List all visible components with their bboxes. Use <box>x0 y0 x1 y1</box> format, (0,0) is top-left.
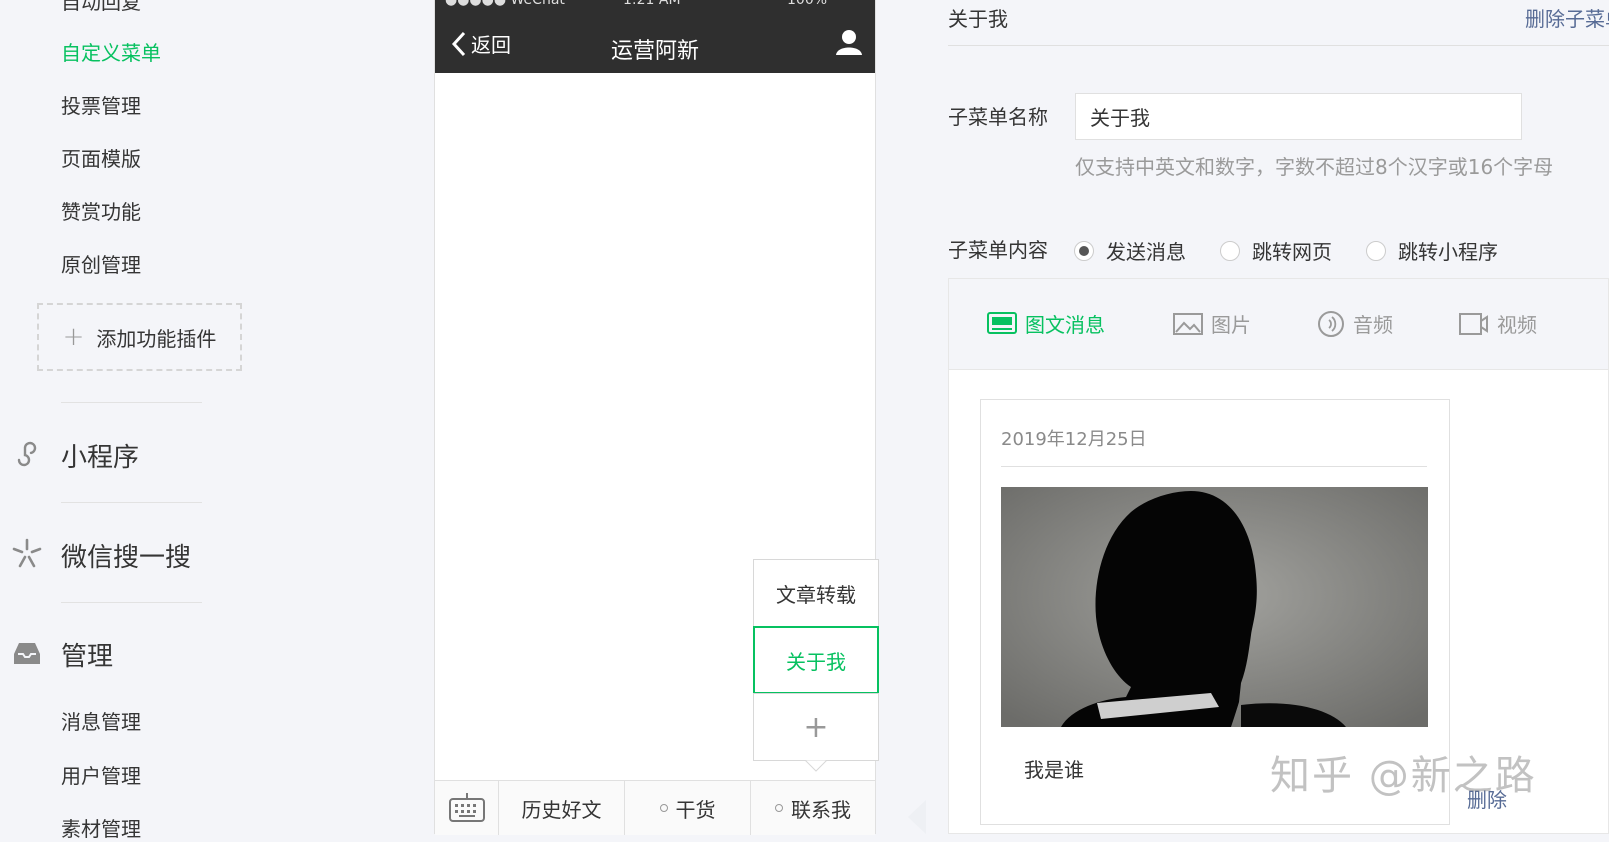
tab-video-label: 视频 <box>1497 313 1537 337</box>
article-date: 2019年12月25日 <box>1001 429 1147 450</box>
card-divider <box>1001 466 1427 467</box>
radio-jump-mini-program[interactable]: 跳转小程序 <box>1366 236 1498 265</box>
radio-checked-icon <box>1074 240 1094 261</box>
menu-item-history[interactable]: 历史好文 <box>499 781 625 835</box>
submenu-name-hint: 仅支持中英文和数字，字数不超过8个汉字或16个字母 <box>1075 155 1554 179</box>
phone-nav-bar: ●●●●● WeChat 1:21 AM 100% 返回 运营阿新 <box>435 0 875 73</box>
keyboard-icon <box>448 793 485 822</box>
radio-jump-mini-program-label: 跳转小程序 <box>1398 240 1498 264</box>
section-wechat-search[interactable]: 微信搜一搜 <box>61 537 191 574</box>
status-battery: 100% <box>787 0 828 8</box>
submenu-name-input[interactable] <box>1075 93 1522 140</box>
phone-menu-bar: 历史好文 干货 联系我 <box>435 780 875 835</box>
radio-unchecked-icon <box>1366 240 1386 261</box>
status-carrier: ●●●●● WeChat <box>445 0 565 8</box>
section-manage[interactable]: 管理 <box>61 636 113 673</box>
panel-gap <box>906 0 934 834</box>
add-submenu-button[interactable]: + <box>753 693 879 761</box>
video-icon <box>1459 312 1488 335</box>
add-plugin-button[interactable]: + 添加功能插件 <box>37 303 242 371</box>
user-icon[interactable] <box>835 28 863 56</box>
article-title: 我是谁 <box>1024 758 1084 782</box>
submenu-dot-icon <box>775 804 783 812</box>
radio-send-message-label: 发送消息 <box>1106 240 1186 264</box>
keyboard-toggle[interactable] <box>435 781 499 835</box>
sidebar-item-auto-reply[interactable]: 自动回复 <box>61 0 141 15</box>
menu-item-dry-goods-label: 干货 <box>675 797 716 822</box>
sidebar-item-users[interactable]: 用户管理 <box>61 760 141 789</box>
delete-submenu-link[interactable]: 删除子菜单 <box>1525 3 1609 32</box>
menu-item-contact[interactable]: 联系我 <box>751 781 875 835</box>
news-message-icon <box>987 311 1017 334</box>
tab-video[interactable]: 视频 <box>1459 309 1537 338</box>
divider <box>61 602 202 603</box>
submenu-content-label: 子菜单内容 <box>948 238 1048 262</box>
sidebar-item-materials[interactable]: 素材管理 <box>61 813 141 842</box>
sidebar-item-page-template[interactable]: 页面模版 <box>61 143 141 172</box>
submenu-name-label: 子菜单名称 <box>948 105 1048 129</box>
submenu-item-about-me[interactable]: 关于我 <box>753 626 879 694</box>
image-icon <box>1173 312 1203 335</box>
tab-news-message-label: 图文消息 <box>1025 313 1105 337</box>
wechat-search-icon <box>12 538 42 568</box>
tab-audio[interactable]: 音频 <box>1317 309 1393 338</box>
menu-item-dry-goods[interactable]: 干货 <box>625 781 751 835</box>
submenu-item-article-repost[interactable]: 文章转载 <box>753 559 879 627</box>
article-cover-image <box>1001 487 1428 727</box>
sidebar-item-custom-menu[interactable]: 自定义菜单 <box>61 37 161 66</box>
panel-arrow <box>908 800 926 834</box>
menu-item-contact-label: 联系我 <box>791 797 851 822</box>
divider <box>61 502 202 503</box>
plus-icon: + <box>62 322 85 352</box>
watermark-text: 知乎 @新之路 <box>1270 753 1537 799</box>
tab-image[interactable]: 图片 <box>1173 309 1251 338</box>
radio-jump-webpage-label: 跳转网页 <box>1252 240 1332 264</box>
audio-icon <box>1318 310 1344 337</box>
submenu-dot-icon <box>659 804 668 812</box>
radio-send-message[interactable]: 发送消息 <box>1074 236 1186 265</box>
tab-image-label: 图片 <box>1211 313 1251 337</box>
left-sidebar: 自动回复 自定义菜单 投票管理 页面模版 赞赏功能 原创管理 + 添加功能插件 … <box>0 0 323 841</box>
sidebar-item-messages[interactable]: 消息管理 <box>61 706 141 735</box>
radio-unchecked-icon <box>1220 240 1240 261</box>
divider <box>61 402 202 403</box>
tab-news-message[interactable]: 图文消息 <box>987 309 1105 338</box>
inbox-icon <box>14 643 40 664</box>
account-title: 运营阿新 <box>610 39 699 64</box>
section-mini-program[interactable]: 小程序 <box>61 437 139 474</box>
add-plugin-label: 添加功能插件 <box>96 326 217 351</box>
phone-preview: ●●●●● WeChat 1:21 AM 100% 返回 运营阿新 文章转载 关… <box>434 0 879 835</box>
radio-jump-webpage[interactable]: 跳转网页 <box>1220 236 1332 265</box>
submenu-header-name: 关于我 <box>948 7 1008 31</box>
sidebar-item-reward[interactable]: 赞赏功能 <box>61 196 141 225</box>
status-time: 1:21 AM <box>623 0 681 8</box>
mini-program-icon <box>17 441 37 467</box>
sidebar-item-original[interactable]: 原创管理 <box>61 249 141 278</box>
message-type-tabs: 图文消息 图片 音频 视频 <box>949 279 1608 370</box>
sidebar-item-vote[interactable]: 投票管理 <box>61 90 141 119</box>
tab-audio-label: 音频 <box>1353 313 1393 337</box>
submenu-pointer <box>805 760 827 772</box>
header-divider <box>948 45 1609 46</box>
